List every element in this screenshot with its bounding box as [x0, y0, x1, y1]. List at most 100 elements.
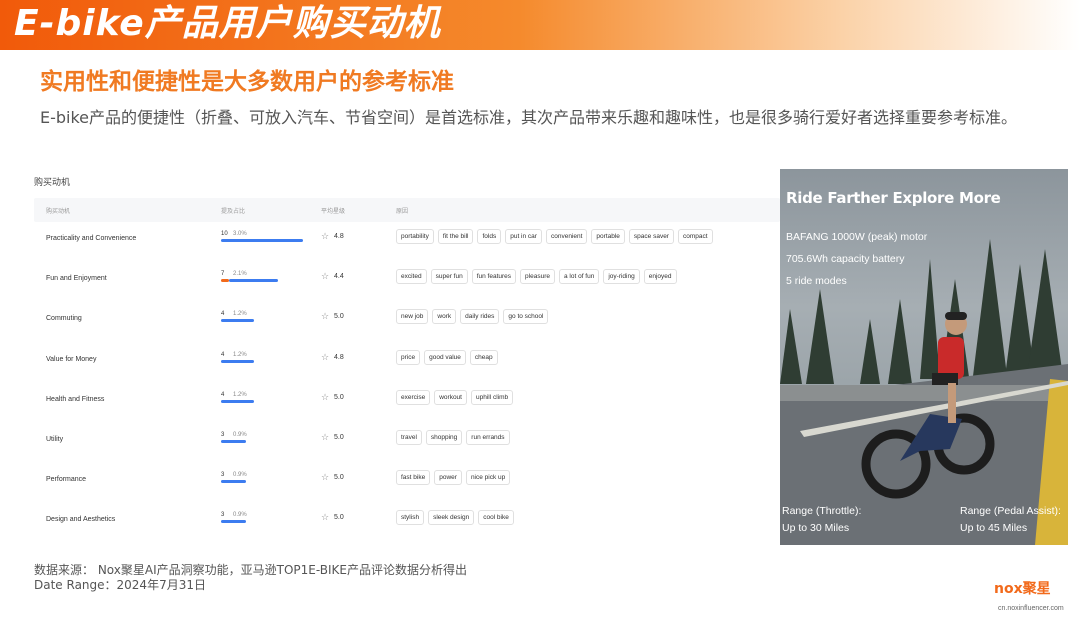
- share-bar-fill: [221, 440, 246, 443]
- mention-percent: 0.9%: [233, 512, 247, 519]
- mention-count: 4: [221, 311, 225, 318]
- reason-tag[interactable]: price: [396, 349, 421, 365]
- nox-logo: nox聚星: [994, 581, 1051, 597]
- reason-tag[interactable]: enjoyed: [643, 269, 677, 285]
- reason-tag[interactable]: uphill climb: [470, 389, 514, 405]
- average-rating: 4.8: [334, 233, 344, 240]
- share-bar-fill: [229, 279, 278, 283]
- panel-title: 购买动机: [34, 178, 71, 188]
- average-rating: 4.4: [334, 273, 344, 281]
- reason-tag[interactable]: portable: [591, 229, 625, 244]
- reason-tags: exercise workout uphill climb: [396, 389, 514, 405]
- share-bar-fill: [221, 399, 254, 403]
- reason-tag[interactable]: cheap: [469, 349, 498, 365]
- reason-tag[interactable]: pleasure: [520, 269, 555, 285]
- reason-tag[interactable]: workout: [434, 389, 467, 405]
- reason-tag[interactable]: excited: [396, 269, 427, 285]
- star-icon: ☆: [321, 231, 330, 241]
- star-icon: ☆: [321, 391, 330, 402]
- reason-tag[interactable]: fun features: [471, 269, 517, 285]
- table-row[interactable]: Fun and Enjoyment 7 2.1% ☆ 4.4 excited super f…: [34, 265, 780, 305]
- table-row[interactable]: Health and Fitness 4 1.2% ☆ 5.0 exercise worko…: [34, 386, 780, 426]
- reason-tag[interactable]: run errands: [466, 430, 510, 445]
- reason-tag[interactable]: space saver: [628, 229, 674, 244]
- motive-name: Value for Money: [46, 355, 97, 363]
- motive-name: Design and Aesthetics: [46, 516, 116, 524]
- range-throttle-label: Range (Throttle):: [782, 505, 862, 517]
- mention-percent: 2.1%: [233, 271, 247, 278]
- column-header-reasons: 原因: [396, 208, 409, 215]
- range-pedal-assist: Range (Pedal Assist): Up to 45 Miles: [960, 503, 1061, 537]
- motive-name: Fun and Enjoyment: [46, 275, 107, 283]
- average-rating: 5.0: [334, 313, 344, 321]
- section-subtitle: 实用性和便捷性是大多数用户的参考标准: [40, 69, 454, 95]
- mention-count: 4: [221, 391, 225, 398]
- table-row[interactable]: Practicality and Convenience 10 3.0% ☆ 4.8 po…: [34, 225, 780, 265]
- table-row[interactable]: Utility 3 0.9% ☆ 5.0 travel shopping run errand…: [34, 426, 780, 466]
- reason-tag[interactable]: new job: [396, 309, 429, 325]
- reason-tag[interactable]: convenient: [545, 229, 588, 244]
- mention-count: 3: [221, 472, 225, 479]
- column-header-motive: 购买动机: [46, 208, 71, 215]
- section-description: E-bike产品的便捷性（折叠、可放入汽车、节省空间）是首选标准，其次产品带来乐…: [40, 108, 1018, 127]
- reason-tag[interactable]: fast bike: [396, 470, 431, 486]
- source-text: 数据来源： Nox聚星AI产品洞察功能，亚马逊TOP1E-BIKE产品评论数据分…: [34, 563, 467, 577]
- reason-tag[interactable]: power: [434, 470, 462, 486]
- table-row[interactable]: Value for Money 4 1.2% ☆ 4.8 price good value c…: [34, 346, 780, 386]
- motive-name: Practicality and Convenience: [46, 235, 137, 242]
- reason-tag[interactable]: super fun: [430, 269, 468, 285]
- table-row[interactable]: Design and Aesthetics 3 0.9% ☆ 5.0 stylish sle…: [34, 506, 780, 546]
- promo-headline: Ride Farther Explore More: [786, 189, 1001, 207]
- reason-tag[interactable]: cool bike: [478, 510, 514, 526]
- motive-name: Utility: [46, 436, 64, 443]
- reason-tags: price good value cheap: [396, 349, 498, 365]
- table-row[interactable]: Commuting 4 1.2% ☆ 5.0 new job work daily rides…: [34, 305, 780, 345]
- reason-tag[interactable]: put in car: [505, 229, 542, 244]
- reason-tag[interactable]: a lot of fun: [558, 269, 600, 285]
- reason-tags: portability fit the bill folds put in car co…: [396, 229, 713, 244]
- reason-tag[interactable]: shopping: [425, 430, 463, 445]
- reason-tag[interactable]: compact: [677, 229, 713, 244]
- date-range-text: Date Range：2024年7月31日: [34, 578, 206, 592]
- reason-tags: new job work daily rides go to school: [396, 309, 549, 325]
- reason-tag[interactable]: go to school: [503, 309, 549, 325]
- reason-tag[interactable]: travel: [396, 430, 422, 445]
- data-source-note: 数据来源： Nox聚星AI产品洞察功能，亚马逊TOP1E-BIKE产品评论数据分…: [34, 563, 467, 593]
- mention-percent: 0.9%: [233, 432, 247, 438]
- star-icon: ☆: [321, 351, 330, 362]
- reason-tag[interactable]: portability: [396, 229, 434, 244]
- reason-tag[interactable]: good value: [424, 349, 466, 365]
- reason-tag[interactable]: work: [432, 309, 457, 325]
- promo-illustration: [780, 239, 1068, 545]
- reason-tag[interactable]: stylish: [396, 510, 425, 526]
- average-rating: 5.0: [334, 393, 344, 401]
- logo-url: cn.noxinfluencer.com: [998, 605, 1064, 612]
- average-rating: 5.0: [334, 474, 344, 482]
- mention-count: 3: [221, 512, 225, 519]
- share-bar-fill: [221, 520, 246, 524]
- average-rating: 4.8: [334, 353, 344, 361]
- average-rating: 5.0: [334, 434, 344, 441]
- mention-count: 7: [221, 271, 225, 278]
- title-banner: E-bike产品用户购买动机: [0, 0, 1080, 50]
- star-icon: ☆: [321, 512, 330, 523]
- star-icon: ☆: [321, 271, 330, 282]
- mention-count: 4: [221, 351, 225, 358]
- column-header-share: 提及占比: [221, 208, 246, 215]
- reason-tag[interactable]: nice pick up: [465, 470, 511, 486]
- reason-tag[interactable]: exercise: [396, 389, 431, 405]
- motive-name: Health and Fitness: [46, 395, 105, 403]
- reason-tag[interactable]: sleek design: [428, 510, 475, 526]
- mention-count: 10: [221, 231, 228, 237]
- reason-tag[interactable]: fit the bill: [437, 229, 474, 244]
- reason-tag[interactable]: joy-riding: [603, 269, 640, 285]
- share-bar-highlight: [221, 279, 229, 283]
- reason-tag[interactable]: folds: [477, 229, 502, 244]
- reason-tag[interactable]: daily rides: [460, 309, 500, 325]
- column-header-rating: 平均星级: [321, 208, 346, 215]
- range-throttle-value: Up to 30 Miles: [782, 522, 850, 534]
- star-icon: ☆: [321, 432, 330, 442]
- mention-count: 3: [221, 432, 225, 438]
- table-row[interactable]: Performance 3 0.9% ☆ 5.0 fast bike power nice p…: [34, 466, 780, 506]
- star-icon: ☆: [321, 472, 330, 483]
